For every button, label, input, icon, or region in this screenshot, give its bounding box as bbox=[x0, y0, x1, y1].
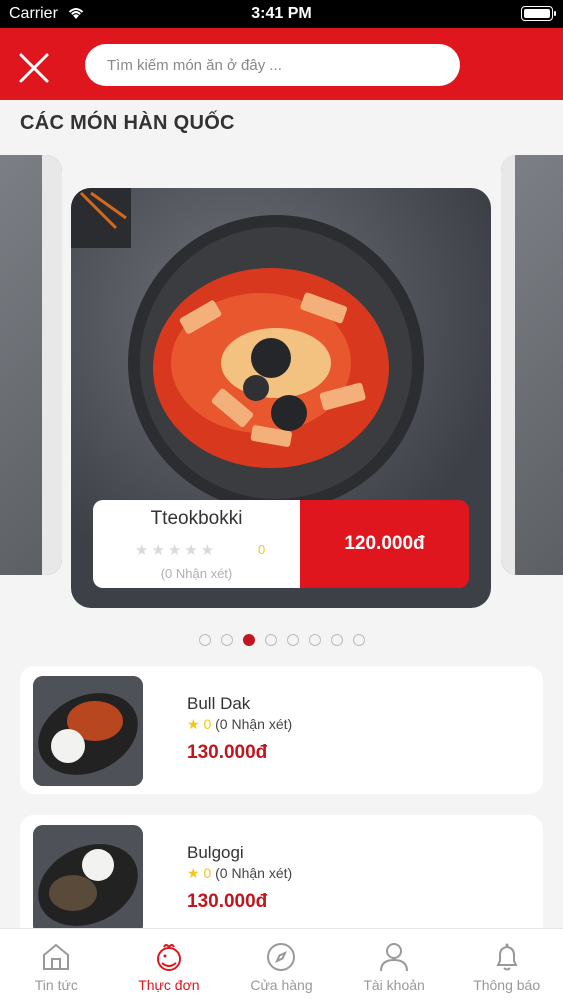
tab-stores[interactable]: Cửa hàng bbox=[225, 929, 338, 1000]
close-button[interactable] bbox=[16, 50, 52, 86]
tab-label: Thông báo bbox=[473, 977, 541, 993]
tab-news[interactable]: Tin tức bbox=[0, 929, 113, 1000]
dish-rating: ★ 0 (0 Nhận xét) bbox=[187, 716, 293, 732]
page-dot[interactable] bbox=[287, 634, 299, 646]
tab-label: Cửa hàng bbox=[250, 977, 313, 993]
page-dot[interactable] bbox=[265, 634, 277, 646]
bell-icon bbox=[496, 943, 518, 971]
close-icon bbox=[19, 53, 49, 83]
carousel-prev-card[interactable] bbox=[0, 155, 62, 575]
featured-dish-name: Tteokbokki bbox=[150, 508, 243, 529]
status-bar: Carrier 3:41 PM bbox=[0, 0, 563, 28]
featured-dish-card[interactable]: Tteokbokki ★★★★★ 0 (0 Nhận xét) 120.000đ bbox=[71, 188, 491, 608]
star-icon: ★ bbox=[187, 865, 200, 881]
star-icon: ★ bbox=[187, 716, 200, 732]
dish-name: Bull Dak bbox=[187, 694, 251, 713]
user-icon bbox=[380, 943, 409, 972]
tab-label: Thực đơn bbox=[138, 977, 200, 993]
list-item[interactable]: Bull Dak ★ 0 (0 Nhận xét) 130.000đ bbox=[20, 666, 543, 794]
page-dot-active[interactable] bbox=[243, 634, 255, 646]
chicken-icon bbox=[156, 944, 181, 971]
dish-rating: ★ 0 (0 Nhận xét) bbox=[187, 865, 293, 881]
tab-notifications[interactable]: Thông báo bbox=[450, 929, 563, 1000]
tab-label: Tài khoản bbox=[363, 977, 425, 993]
tab-label: Tin tức bbox=[34, 977, 78, 993]
battery-icon bbox=[521, 6, 556, 21]
compass-icon bbox=[267, 943, 296, 971]
page-dot[interactable] bbox=[331, 634, 343, 646]
page-dot[interactable] bbox=[199, 634, 211, 646]
tab-account[interactable]: Tài khoản bbox=[338, 929, 451, 1000]
clock: 3:41 PM bbox=[251, 5, 312, 22]
carousel-next-card[interactable] bbox=[501, 155, 563, 575]
header-bar bbox=[0, 28, 563, 100]
dish-thumbnail bbox=[33, 676, 143, 786]
tab-menu[interactable]: Thực đơn bbox=[113, 929, 226, 1000]
dish-price: 130.000đ bbox=[187, 891, 268, 912]
featured-dish-info: Tteokbokki ★★★★★ 0 (0 Nhận xét) 120.000đ bbox=[93, 500, 469, 588]
list-item[interactable]: Bulgogi ★ 0 (0 Nhận xét) 130.000đ bbox=[20, 815, 543, 943]
rating-value: 0 bbox=[258, 542, 266, 557]
tab-bar: Tin tức Thực đơn Cửa hàng Tài khoản Thôn… bbox=[0, 928, 563, 1000]
rating-stars: ★★★★★ bbox=[135, 542, 218, 559]
dish-thumbnail bbox=[33, 825, 143, 935]
section-title: CÁC MÓN HÀN QUỐC bbox=[20, 112, 235, 134]
review-count: (0 Nhận xét) bbox=[160, 566, 233, 581]
search-input[interactable] bbox=[85, 44, 460, 86]
page-dot[interactable] bbox=[309, 634, 321, 646]
carousel-pagination bbox=[199, 634, 365, 646]
page-dot[interactable] bbox=[221, 634, 233, 646]
featured-dish-price[interactable]: 120.000đ bbox=[300, 500, 469, 588]
home-icon bbox=[43, 943, 70, 970]
dish-name: Bulgogi bbox=[187, 843, 244, 862]
dish-price: 130.000đ bbox=[187, 742, 268, 763]
page-dot[interactable] bbox=[353, 634, 365, 646]
